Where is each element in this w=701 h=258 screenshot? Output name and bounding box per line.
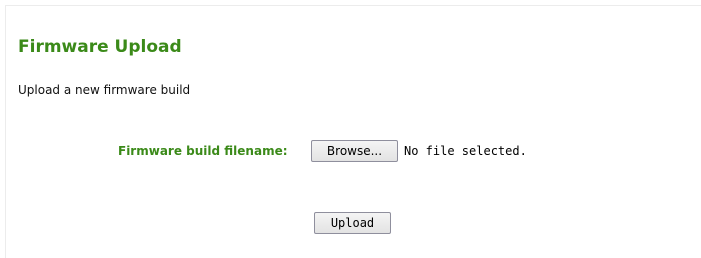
firmware-upload-panel: Firmware Upload Upload a new firmware bu… <box>5 5 701 258</box>
page-title: Firmware Upload <box>18 37 182 57</box>
page-description: Upload a new firmware build <box>18 83 191 97</box>
browse-button[interactable]: Browse... <box>311 140 398 162</box>
file-selection-status: No file selected. <box>404 144 527 158</box>
upload-button[interactable]: Upload <box>314 212 391 234</box>
firmware-filename-label: Firmware build filename: <box>118 144 288 158</box>
